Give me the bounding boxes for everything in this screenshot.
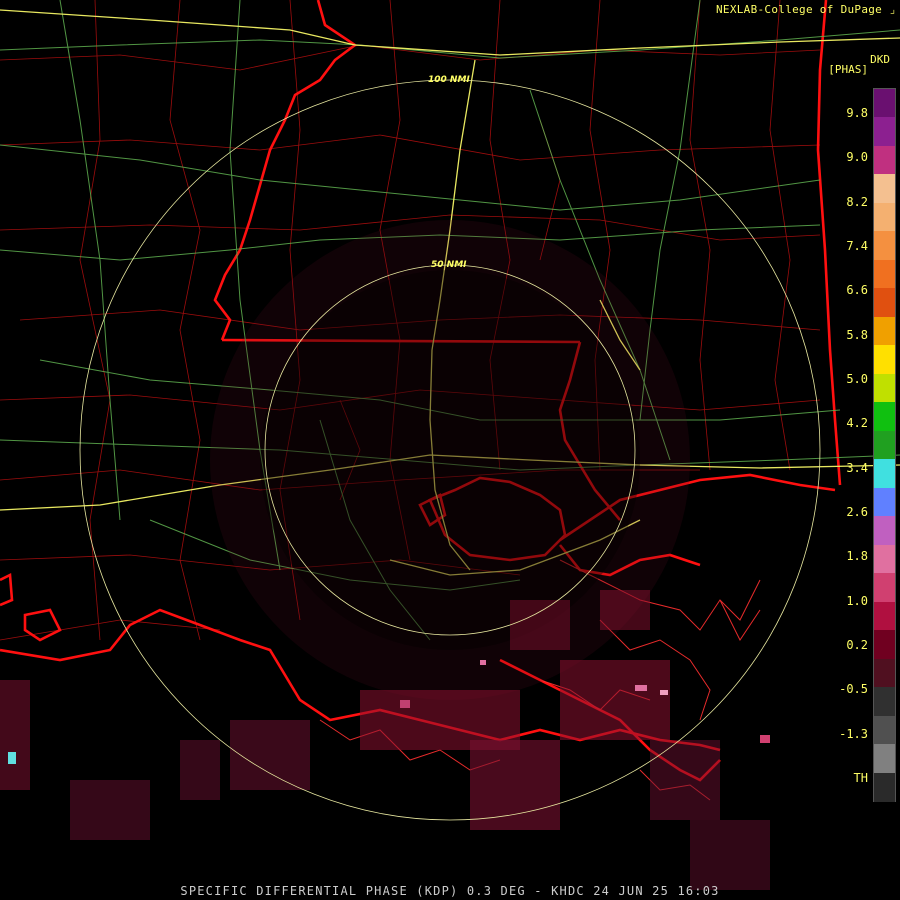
legend-swatch	[874, 459, 895, 489]
product-code: DKD	[870, 53, 890, 66]
legend-swatch	[874, 744, 895, 774]
legend-tick-label: 1.0	[846, 593, 868, 608]
legend-swatch	[874, 658, 895, 689]
legend-swatch	[874, 601, 895, 632]
legend-tick-label: 9.0	[846, 150, 868, 165]
legend-tick-label: 5.0	[846, 372, 868, 386]
bracket-icon: ⌟	[889, 3, 896, 16]
product-unit: [PHAS]	[828, 63, 868, 76]
legend-swatch	[874, 402, 895, 432]
legend-tick-label: -1.3	[839, 726, 868, 741]
legend-tick-label: 7.4	[846, 239, 868, 253]
legend-swatch	[874, 573, 895, 603]
legend-swatch	[874, 544, 895, 575]
legend-swatch	[874, 430, 895, 461]
radar-echoes	[0, 220, 770, 890]
range-ring-50nmi-label: 50 NMI	[431, 260, 467, 270]
range-ring-100nmi-label: 100 NMI	[428, 75, 470, 85]
legend-swatch	[874, 516, 895, 546]
legend-swatch	[874, 202, 895, 233]
legend-tick-label: 3.4	[846, 460, 868, 475]
legend-tick-label: 6.6	[846, 283, 868, 298]
color-legend	[873, 88, 896, 802]
legend-swatch	[874, 772, 895, 802]
legend-swatch	[874, 687, 895, 717]
legend-swatch	[874, 316, 895, 347]
legend-swatch	[874, 715, 895, 746]
radar-map: 100 NMI 50 NMI	[0, 0, 900, 890]
legend-tick-label: TH	[853, 771, 868, 785]
legend-tick-label: 2.6	[846, 505, 868, 519]
legend-swatch	[874, 288, 895, 318]
legend-tick-label: 1.8	[846, 549, 868, 564]
legend-swatch	[874, 345, 895, 375]
legend-swatch	[874, 373, 895, 404]
legend-tick-label: -0.5	[839, 682, 868, 697]
legend-swatch	[874, 231, 895, 261]
legend-swatch	[874, 174, 895, 204]
legend-swatch	[874, 259, 895, 290]
credit-label: NEXLAB-College of DuPage ⌟	[716, 3, 896, 16]
legend-tick-label: 4.2	[846, 416, 868, 431]
credit-text: NEXLAB-College of DuPage	[715, 3, 883, 16]
legend-swatch	[874, 89, 895, 119]
legend-swatch	[874, 630, 895, 660]
legend-tick-label: 5.8	[846, 327, 868, 342]
legend-tick-label: 8.2	[846, 194, 868, 209]
legend-swatch	[874, 117, 895, 147]
product-footer: SPECIFIC DIFFERENTIAL PHASE (KDP) 0.3 DE…	[180, 884, 720, 898]
legend-tick-label: 9.8	[846, 106, 868, 120]
legend-swatch	[874, 145, 895, 176]
legend-tick-label: 0.2	[846, 638, 868, 652]
legend-swatch	[874, 487, 895, 518]
